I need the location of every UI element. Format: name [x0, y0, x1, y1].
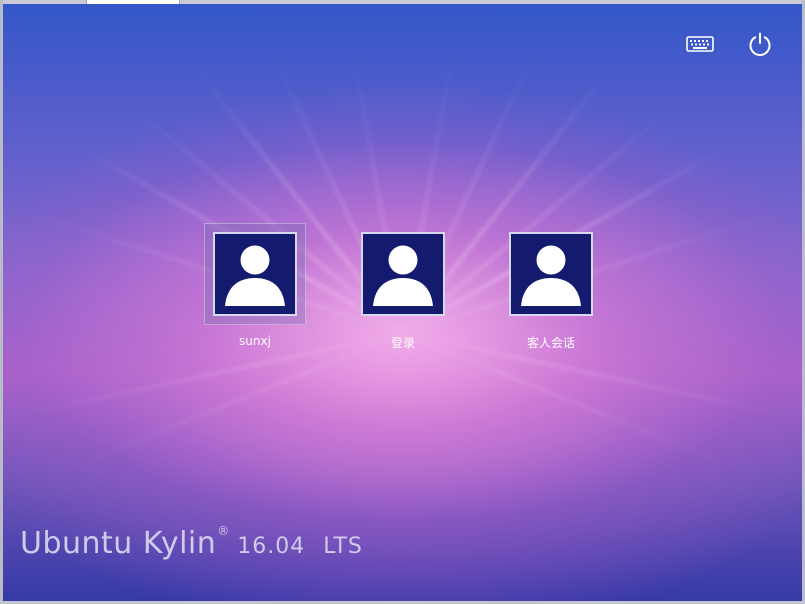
window-tab — [86, 0, 180, 4]
brand-version: 16.04 — [237, 534, 306, 559]
user-name: 客人会话 — [526, 336, 575, 350]
power-button[interactable] — [745, 29, 775, 59]
user-avatar-icon — [521, 245, 581, 306]
avatar-frame — [352, 223, 454, 325]
keyboard-icon — [686, 36, 714, 52]
window-frame-left — [0, 0, 3, 604]
user-avatar-icon — [225, 245, 285, 306]
keyboard-button[interactable] — [683, 32, 717, 56]
brand-name: Ubuntu Kylin — [20, 526, 217, 561]
brand-edition: LTS — [323, 534, 363, 559]
os-branding: Ubuntu Kylin ® 16.04 LTS — [20, 524, 363, 561]
avatar-selection-frame — [204, 223, 306, 325]
user-tile-guest-session[interactable]: 客人会话 — [499, 223, 603, 351]
user-tile-sunxj[interactable]: sunxj — [203, 223, 307, 348]
brand-registered-mark: ® — [217, 524, 230, 538]
user-name: 登录 — [390, 336, 415, 350]
avatar — [509, 232, 593, 316]
avatar — [361, 232, 445, 316]
avatar — [213, 232, 297, 316]
login-screen: sunxj 登录 客人会话 Ubuntu Kylin ® 16.04 LTS — [0, 0, 805, 604]
user-tile-login[interactable]: 登录 — [351, 223, 455, 351]
power-icon — [749, 32, 771, 56]
user-avatar-icon — [373, 245, 433, 306]
avatar-frame — [500, 223, 602, 325]
user-name: sunxj — [239, 334, 271, 348]
